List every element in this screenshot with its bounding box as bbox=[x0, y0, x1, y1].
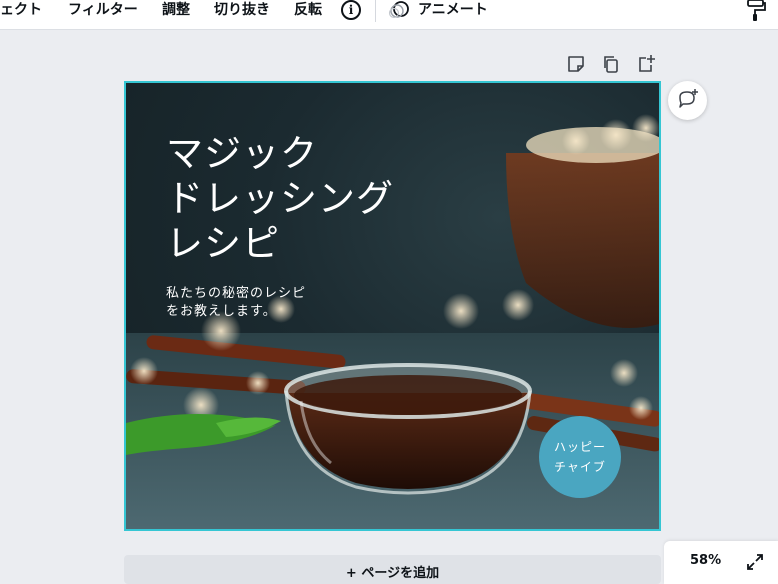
design-badge[interactable]: ハッピー チャイブ bbox=[539, 416, 621, 498]
toolbar-effects-button[interactable]: ェクト bbox=[0, 0, 42, 24]
zoom-level[interactable]: 58% bbox=[690, 553, 721, 568]
toolbar-crop-button[interactable]: 切り抜き bbox=[214, 0, 270, 24]
add-page-button[interactable]: + ページを追加 bbox=[124, 555, 661, 584]
toolbar-animate-button[interactable]: アニメート bbox=[418, 0, 488, 24]
add-comment-icon bbox=[679, 89, 698, 108]
add-page-icon[interactable] bbox=[636, 54, 656, 74]
zoom-control: 58% bbox=[664, 541, 778, 584]
animate-icon[interactable] bbox=[388, 0, 410, 20]
add-note-icon[interactable] bbox=[566, 54, 586, 74]
toolbar-divider bbox=[375, 0, 376, 22]
image-edit-toolbar: ェクト フィルター 調整 切り抜き 反転 i アニメート bbox=[0, 0, 778, 30]
paint-roller-icon[interactable] bbox=[744, 0, 766, 22]
info-icon[interactable]: i bbox=[341, 0, 361, 20]
design-subtext[interactable]: 私たちの秘密のレシピ をお教えします。 bbox=[166, 285, 306, 321]
add-comment-button[interactable] bbox=[668, 81, 707, 120]
toolbar-flip-button[interactable]: 反転 bbox=[294, 0, 322, 24]
fullscreen-icon[interactable] bbox=[746, 553, 764, 571]
design-canvas[interactable]: マジック ドレッシング レシピ 私たちの秘密のレシピ をお教えします。 ハッピー… bbox=[124, 81, 661, 531]
duplicate-page-icon[interactable] bbox=[601, 54, 621, 74]
toolbar-filter-button[interactable]: フィルター bbox=[68, 0, 138, 24]
design-headline[interactable]: マジック ドレッシング レシピ bbox=[166, 131, 394, 266]
toolbar-adjust-button[interactable]: 調整 bbox=[162, 0, 190, 24]
